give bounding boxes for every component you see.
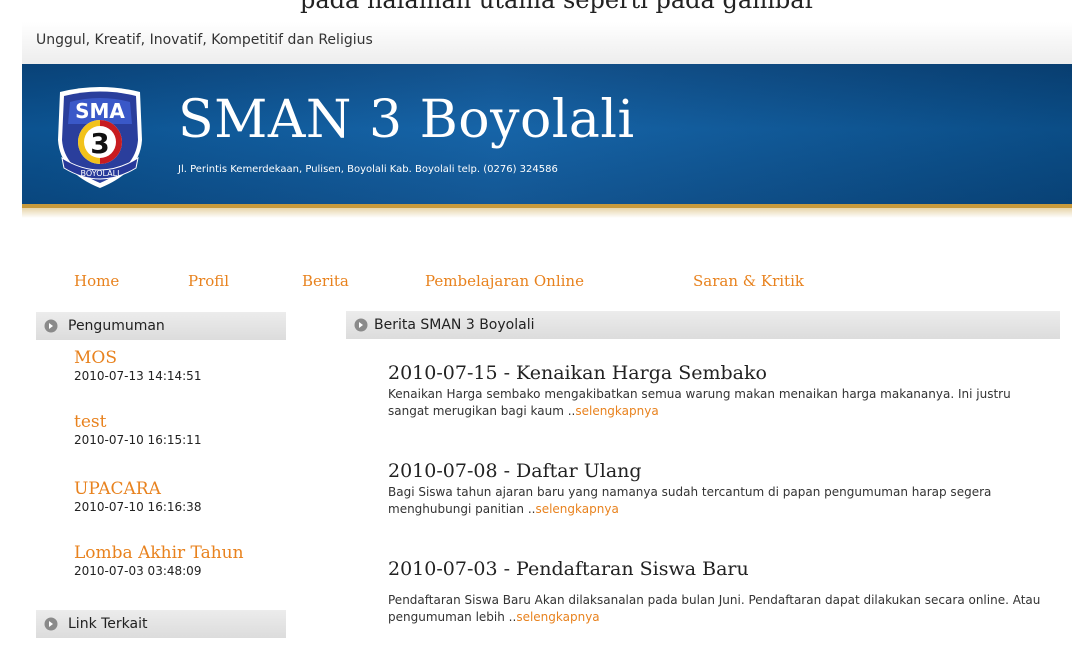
news-article: 2010-07-03 - Pendaftaran Siswa Baru Pend…	[388, 556, 1048, 626]
announcement-title[interactable]: test	[74, 412, 201, 432]
nav-berita[interactable]: Berita	[302, 272, 349, 290]
article-body: Pendaftaran Siswa Baru Akan dilaksanalan…	[388, 592, 1048, 626]
document-cutoff-text: pada halaman utama seperti pada gambar	[0, 0, 1072, 22]
news-section-header: Berita SMAN 3 Boyolali	[346, 311, 1060, 339]
article-title[interactable]: 2010-07-03 - Pendaftaran Siswa Baru	[388, 556, 1048, 582]
announcement-date: 2010-07-10 16:15:11	[74, 433, 202, 447]
announcement-item[interactable]: MOS 2010-07-13 14:14:51	[74, 348, 201, 384]
links-title: Link Terkait	[68, 616, 148, 632]
site-banner: SMA 3 BOYOLALI SMAN 3 Boyolali Jl. Perin…	[22, 64, 1072, 208]
article-excerpt: Bagi Siswa tahun ajaran baru yang namany…	[388, 485, 992, 516]
nav-profil[interactable]: Profil	[188, 272, 229, 290]
chevron-right-circle-icon	[354, 318, 368, 332]
announcement-item[interactable]: UPACARA 2010-07-10 16:16:38	[74, 479, 201, 515]
school-logo-icon[interactable]: SMA 3 BOYOLALI	[48, 84, 152, 192]
article-title[interactable]: 2010-07-15 - Kenaikan Harga Sembako	[388, 360, 1048, 386]
site-address: Jl. Perintis Kemerdekaan, Pulisen, Boyol…	[178, 164, 558, 175]
nav-pembelajaran-online[interactable]: Pembelajaran Online	[425, 272, 584, 290]
tagline-bar: Unggul, Kreatif, Inovatif, Kompetitif da…	[22, 22, 1072, 66]
announcement-date: 2010-07-03 03:48:09	[74, 564, 202, 578]
article-body: Bagi Siswa tahun ajaran baru yang namany…	[388, 484, 1048, 518]
announcement-title[interactable]: UPACARA	[74, 479, 201, 499]
announcement-title[interactable]: Lomba Akhir Tahun	[74, 543, 244, 563]
article-excerpt: Kenaikan Harga sembako mengakibatkan sem…	[388, 387, 1011, 418]
article-excerpt: Pendaftaran Siswa Baru Akan dilaksanalan…	[388, 593, 1041, 624]
chevron-right-circle-icon	[44, 617, 58, 631]
chevron-right-circle-icon	[44, 319, 58, 333]
article-title[interactable]: 2010-07-08 - Daftar Ulang	[388, 458, 1048, 484]
banner-gold-glow	[22, 208, 1072, 218]
news-article: 2010-07-15 - Kenaikan Harga Sembako Kena…	[388, 360, 1048, 420]
nav-home[interactable]: Home	[74, 272, 119, 290]
read-more-link[interactable]: selengkapnya	[535, 502, 618, 516]
announcements-header: Pengumuman	[36, 312, 286, 340]
links-header: Link Terkait	[36, 610, 286, 638]
read-more-link[interactable]: selengkapnya	[516, 610, 599, 624]
news-section-title: Berita SMAN 3 Boyolali	[374, 317, 535, 333]
announcement-item[interactable]: Lomba Akhir Tahun 2010-07-03 03:48:09	[74, 543, 244, 579]
announcement-item[interactable]: test 2010-07-10 16:15:11	[74, 412, 201, 448]
announcement-date: 2010-07-10 16:16:38	[74, 500, 202, 514]
logo-ribbon-text: BOYOLALI	[81, 169, 120, 178]
tagline: Unggul, Kreatif, Inovatif, Kompetitif da…	[36, 32, 373, 48]
announcements-title: Pengumuman	[68, 318, 165, 334]
article-body: Kenaikan Harga sembako mengakibatkan sem…	[388, 386, 1048, 420]
read-more-link[interactable]: selengkapnya	[575, 404, 658, 418]
news-article: 2010-07-08 - Daftar Ulang Bagi Siswa tah…	[388, 458, 1048, 518]
announcement-title[interactable]: MOS	[74, 348, 201, 368]
nav-saran-kritik[interactable]: Saran & Kritik	[693, 272, 804, 290]
logo-top-text: SMA	[75, 99, 125, 123]
logo-number: 3	[90, 127, 109, 160]
announcement-date: 2010-07-13 14:14:51	[74, 369, 202, 383]
cutoff-text: pada halaman utama seperti pada gambar	[300, 0, 817, 14]
site-title: SMAN 3 Boyolali	[178, 90, 635, 150]
